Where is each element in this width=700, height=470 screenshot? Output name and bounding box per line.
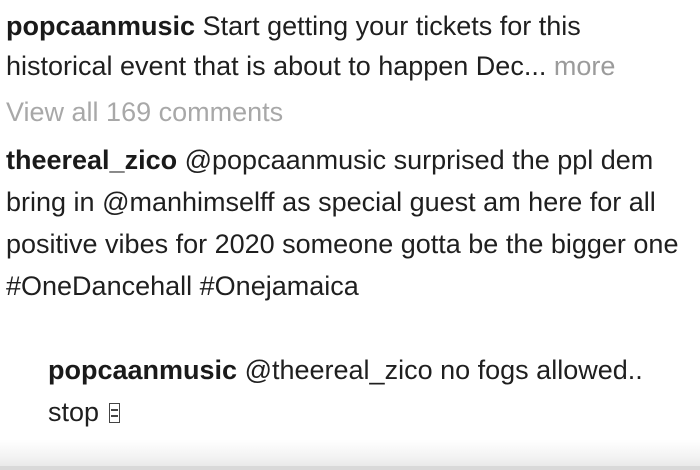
hashtag-onedancehall[interactable]: #OneDancehall	[6, 271, 192, 301]
comment-thread: popcaanmusic Start getting your tickets …	[0, 0, 700, 470]
reply-username[interactable]: popcaanmusic	[48, 355, 237, 385]
comment-reply: popcaanmusic @theereal_zico no fogs allo…	[48, 349, 678, 433]
caption-text-line1: Start getting your tickets for this	[202, 11, 581, 41]
view-all-comments-link[interactable]: View all 169 comments	[6, 92, 283, 132]
missing-emoji-icon	[108, 403, 120, 423]
caption-text-line2: historical event that is about to happen…	[6, 51, 524, 81]
more-link[interactable]: more	[554, 51, 616, 81]
comment-mention-popcaanmusic[interactable]: @popcaanmusic	[185, 145, 387, 175]
post-caption: popcaanmusic Start getting your tickets …	[6, 6, 694, 86]
comment: theereal_zico @popcaanmusic surprised th…	[6, 139, 686, 307]
hashtag-onejamaica[interactable]: #Onejamaica	[200, 271, 359, 301]
comment-username[interactable]: theereal_zico	[6, 145, 177, 175]
comment-mention-manhimselff[interactable]: @manhimselff	[102, 187, 274, 217]
reply-mention-theereal-zico[interactable]: @theereal_zico	[245, 355, 433, 385]
card-bottom-edge	[0, 466, 700, 470]
caption-ellipsis: ...	[523, 51, 547, 81]
caption-username[interactable]: popcaanmusic	[6, 11, 195, 41]
